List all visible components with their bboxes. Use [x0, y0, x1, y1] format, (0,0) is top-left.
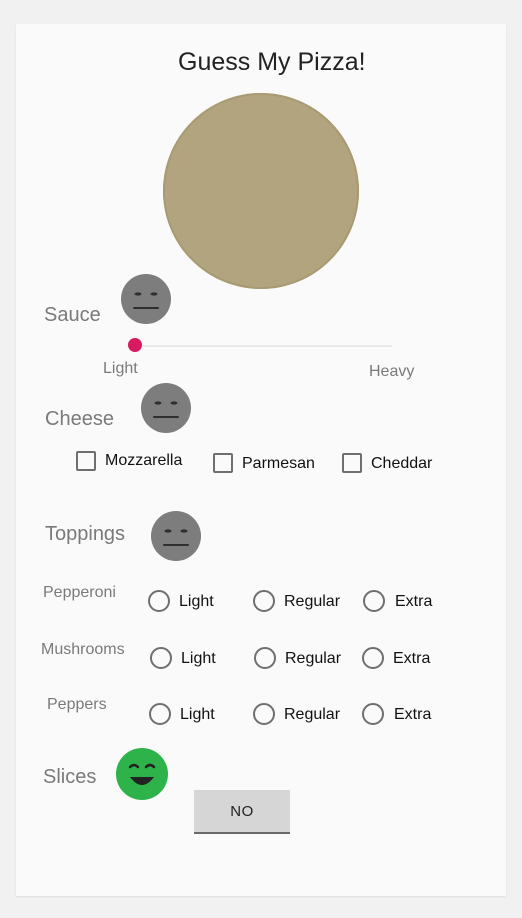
happy-face-icon — [116, 748, 168, 800]
peppers-light-label[interactable]: Light — [180, 706, 215, 724]
parmesan-checkbox[interactable] — [213, 453, 233, 473]
peppers-extra-radio[interactable] — [362, 703, 384, 725]
mozzarella-label[interactable]: Mozzarella — [105, 452, 182, 470]
peppers-extra-label[interactable]: Extra — [394, 706, 431, 724]
page-title: Guess My Pizza! — [178, 48, 366, 76]
cheddar-label[interactable]: Cheddar — [371, 455, 432, 473]
mozzarella-checkbox[interactable] — [76, 451, 96, 471]
pepperoni-regular-radio[interactable] — [253, 590, 275, 612]
sauce-label: Sauce — [44, 304, 101, 326]
neutral-face-icon — [121, 274, 171, 324]
peppers-regular-label[interactable]: Regular — [284, 706, 340, 724]
mushrooms-light-label[interactable]: Light — [181, 650, 216, 668]
mushrooms-extra-radio[interactable] — [362, 647, 384, 669]
mushrooms-regular-radio[interactable] — [254, 647, 276, 669]
neutral-face-icon — [151, 511, 201, 561]
peppers-regular-radio[interactable] — [253, 703, 275, 725]
slices-label: Slices — [43, 766, 97, 788]
pepperoni-extra-label[interactable]: Extra — [395, 593, 432, 611]
peppers-label: Peppers — [47, 696, 107, 713]
mushrooms-extra-label[interactable]: Extra — [393, 650, 430, 668]
no-button[interactable]: NO — [194, 790, 290, 834]
sauce-slider-track[interactable] — [135, 345, 392, 347]
pepperoni-regular-label[interactable]: Regular — [284, 593, 340, 611]
sauce-max-label: Heavy — [369, 363, 415, 380]
mushrooms-label: Mushrooms — [41, 641, 125, 658]
peppers-light-radio[interactable] — [149, 703, 171, 725]
pepperoni-extra-radio[interactable] — [363, 590, 385, 612]
pepperoni-light-radio[interactable] — [148, 590, 170, 612]
pizza-preview — [163, 93, 359, 289]
mushrooms-regular-label[interactable]: Regular — [285, 650, 341, 668]
sauce-slider-thumb[interactable] — [128, 338, 142, 352]
pepperoni-light-label[interactable]: Light — [179, 593, 214, 611]
mushrooms-light-radio[interactable] — [150, 647, 172, 669]
parmesan-label[interactable]: Parmesan — [242, 455, 315, 473]
cheese-label: Cheese — [45, 408, 114, 430]
neutral-face-icon — [141, 383, 191, 433]
toppings-label: Toppings — [45, 523, 126, 545]
sauce-min-label: Light — [103, 360, 138, 377]
pepperoni-label: Pepperoni — [43, 584, 116, 601]
cheddar-checkbox[interactable] — [342, 453, 362, 473]
